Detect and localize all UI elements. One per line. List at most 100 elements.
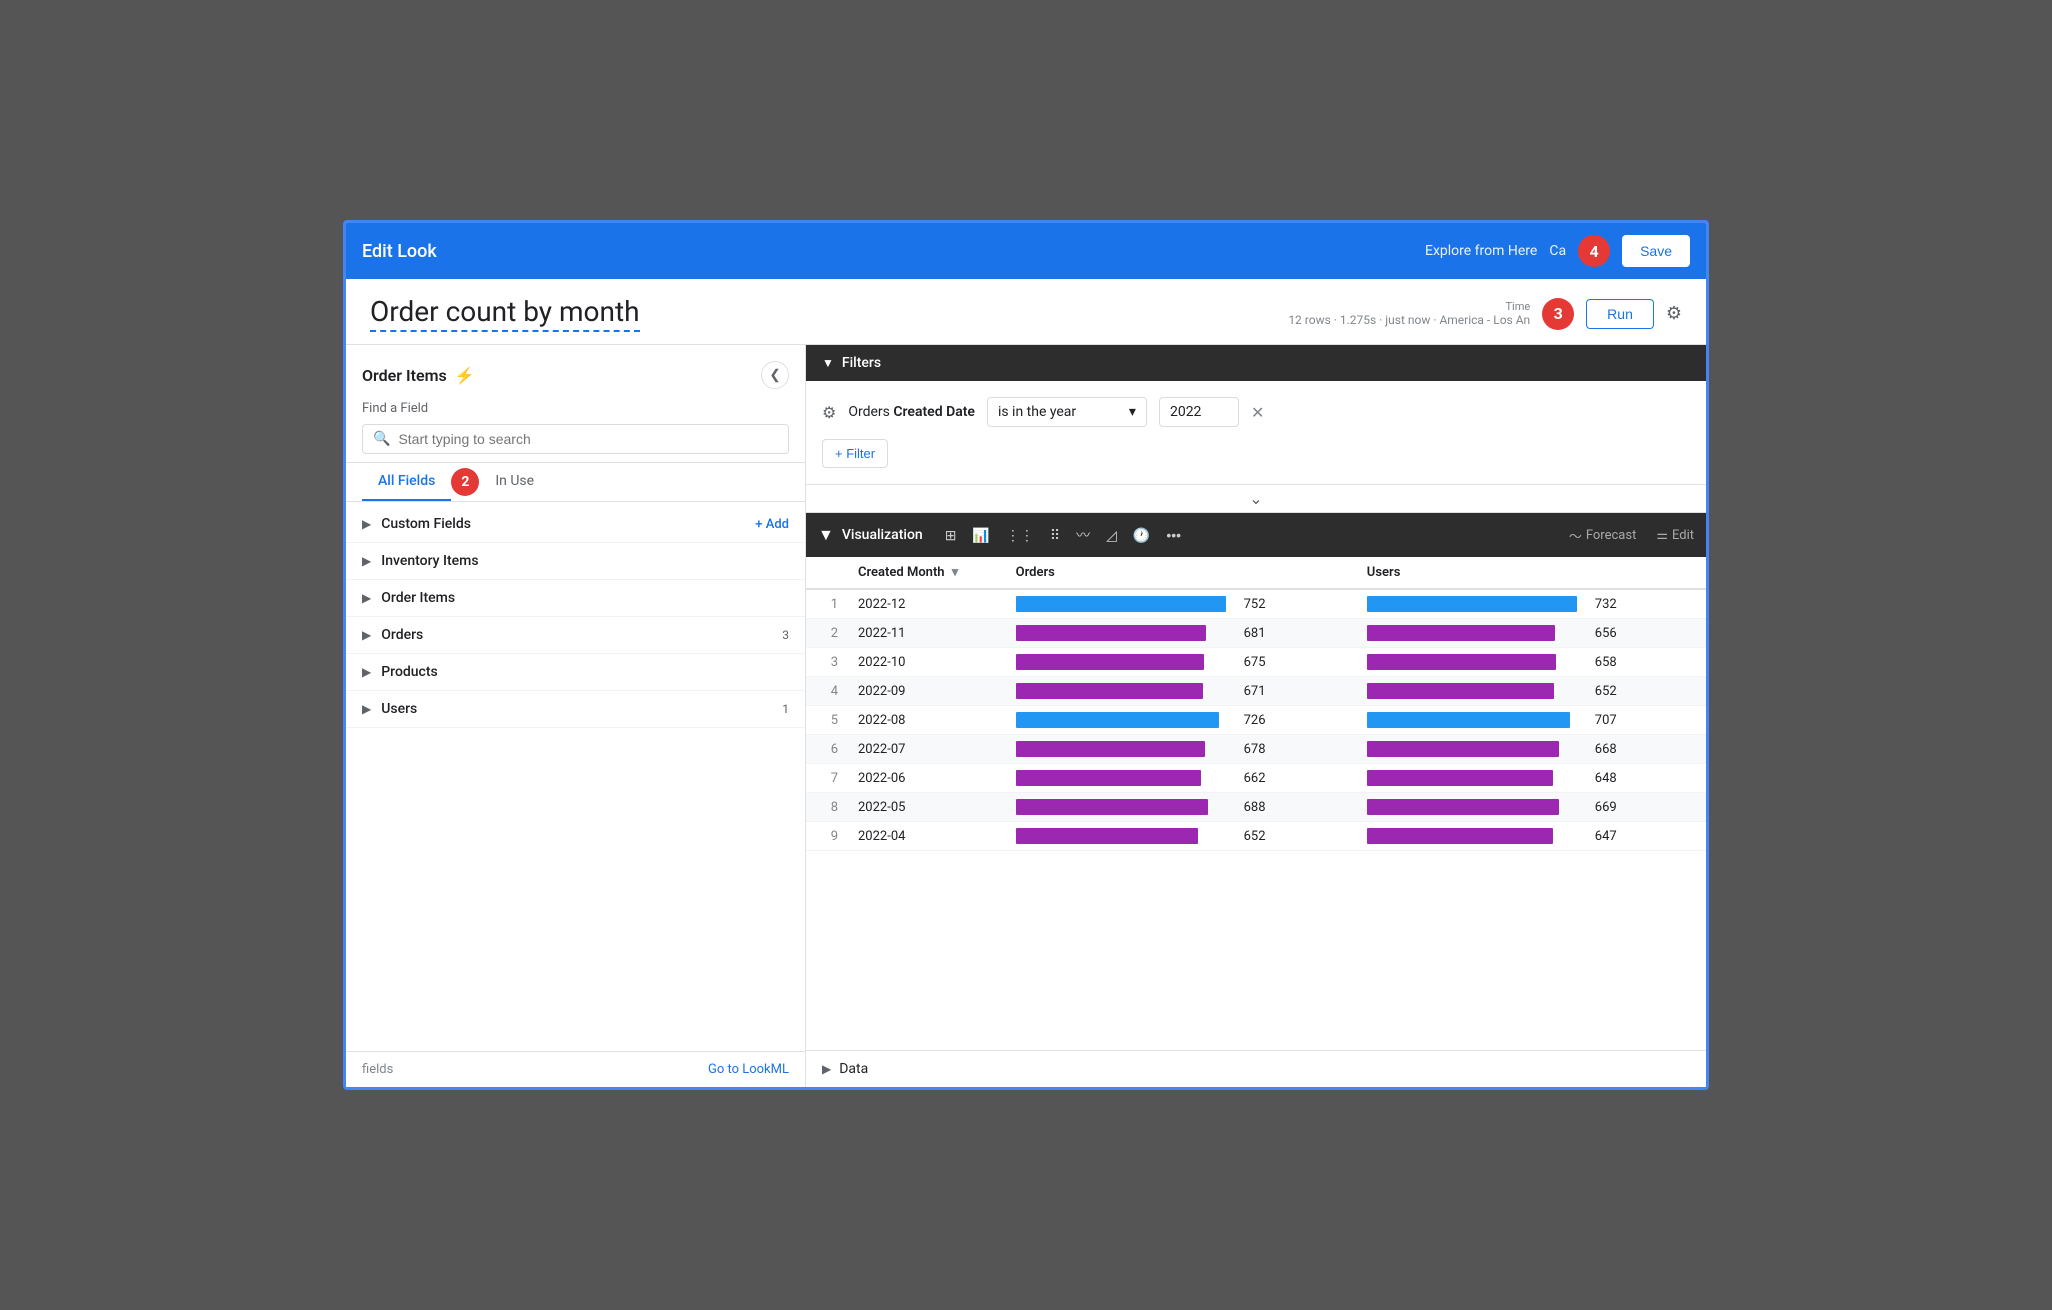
save-button[interactable]: Save [1622,235,1690,267]
add-custom-field-link[interactable]: + Add [755,517,789,532]
filter-operator-value: is in the year [998,404,1076,420]
chevron-down-icon: ▾ [1129,404,1136,420]
group-custom-fields[interactable]: ▶ Custom Fields + Add [346,506,805,543]
group-count: 1 [782,702,789,716]
time-label: Time [1288,300,1530,313]
data-section-header[interactable]: ▶ Data [806,1051,1706,1087]
viz-tool-table[interactable]: ⊞ [939,523,963,548]
tab-in-use[interactable]: In Use [479,463,550,501]
table-row: 6 2022-07 678 668 [806,735,1706,764]
cell-users: 732 [1355,589,1706,619]
data-table-container: Created Month ▾ Orders Users 1 2022-12 [806,557,1706,851]
look-title: Order count by month [370,295,640,332]
group-orders[interactable]: ▶ Orders 3 [346,617,805,654]
app-frame: Edit Look Explore from Here Ca 4 Save Or… [343,220,1709,1090]
table-row: 5 2022-08 726 707 [806,706,1706,735]
find-field-label: Find a Field [362,401,789,416]
cell-orders: 688 [1004,793,1355,822]
group-inventory-items[interactable]: ▶ Inventory Items [346,543,805,580]
group-name: Inventory Items [381,553,789,569]
step3-badge: 3 [1542,298,1574,330]
filter-gear-icon[interactable]: ⚙ [822,403,836,422]
group-name: Custom Fields [381,516,755,532]
row-number: 4 [806,677,846,706]
fields-label: fields [362,1062,393,1077]
cell-users: 648 [1355,764,1706,793]
table-row: 1 2022-12 752 732 [806,589,1706,619]
cell-users: 647 [1355,822,1706,851]
viz-tool-line[interactable]: 〰 [1070,521,1096,549]
viz-collapse-icon: ▼ [818,525,834,545]
viz-tool-dots[interactable]: ⠿ [1044,523,1066,548]
group-order-items[interactable]: ▶ Order Items [346,580,805,617]
group-users[interactable]: ▶ Users 1 [346,691,805,728]
filter-operator-select[interactable]: is in the year ▾ [987,397,1147,427]
filters-collapse-icon: ▼ [822,356,834,370]
table-row: 8 2022-05 688 669 [806,793,1706,822]
filter-clear-button[interactable]: ✕ [1251,403,1264,422]
group-name: Order Items [381,590,789,606]
viz-tool-area[interactable]: ◿ [1100,523,1123,548]
forecast-button[interactable]: 〜 Forecast [1569,526,1637,545]
edit-viz-button[interactable]: ⚌ Edit [1656,528,1694,543]
tab-all-fields[interactable]: All Fields [362,463,451,501]
table-body: 1 2022-12 752 732 2 2022-11 [806,589,1706,851]
edit-label: Edit [1672,528,1694,543]
collapse-sidebar-button[interactable]: ❮ [761,361,789,389]
content-area: Order count by month Time 12 rows · 1.27… [346,279,1706,1087]
sidebar-title: Order Items ⚡ ❮ [362,361,789,389]
viz-section: ▼ Visualization ⊞ 📊 ⋮⋮ ⠿ 〰 ◿ 🕐 ••• [806,513,1706,1050]
viz-label: Visualization [842,527,923,543]
cell-orders: 652 [1004,822,1355,851]
field-groups: ▶ Custom Fields + Add ▶ Inventory Items … [346,502,805,1051]
col-created-month[interactable]: Created Month ▾ [846,557,1004,589]
group-name: Users [381,701,782,717]
search-box: 🔍 [362,424,789,454]
viz-tool-bar[interactable]: 📊 [966,523,995,548]
row-number: 7 [806,764,846,793]
expand-icon: ▶ [362,628,371,642]
sidebar: Order Items ⚡ ❮ Find a Field 🔍 All Field… [346,345,806,1087]
go-to-looklml-link[interactable]: Go to LookML [708,1062,789,1077]
filters-header[interactable]: ▼ Filters [806,345,1706,381]
main-layout: Order Items ⚡ ❮ Find a Field 🔍 All Field… [346,345,1706,1087]
add-filter-button[interactable]: + Filter [822,439,888,468]
sort-icon: ▾ [952,565,959,580]
title-bar: Order count by month Time 12 rows · 1.27… [346,279,1706,345]
filters-section-collapse[interactable]: ⌄ [806,484,1706,512]
sidebar-title-text: Order Items [362,366,447,385]
run-button[interactable]: Run [1586,299,1654,329]
row-number: 8 [806,793,846,822]
viz-tool-more[interactable]: ••• [1160,523,1187,547]
cell-users: 656 [1355,619,1706,648]
cell-month: 2022-12 [846,589,1004,619]
filters-section: ▼ Filters ⚙ Orders Created Date is in th… [806,345,1706,513]
col-orders[interactable]: Orders [1004,557,1355,589]
cell-users: 668 [1355,735,1706,764]
cell-month: 2022-08 [846,706,1004,735]
viz-tool-scatter[interactable]: ⋮⋮ [1000,523,1040,548]
search-icon: 🔍 [373,431,390,447]
filter-value-input[interactable]: 2022 [1159,397,1239,427]
filter-body: ⚙ Orders Created Date is in the year ▾ 2… [806,381,1706,484]
title-bar-right: Time 12 rows · 1.275s · just now · Ameri… [1288,298,1682,330]
settings-button[interactable]: ⚙ [1666,303,1682,324]
forecast-label: Forecast [1586,528,1636,543]
lightning-icon: ⚡ [455,366,475,385]
search-input[interactable] [398,431,778,447]
group-products[interactable]: ▶ Products [346,654,805,691]
field-tabs: All Fields 2 In Use [346,463,805,502]
viz-tools: ⊞ 📊 ⋮⋮ ⠿ 〰 ◿ 🕐 ••• [939,521,1187,549]
cancel-link[interactable]: Ca [1549,243,1566,259]
table-row: 4 2022-09 671 652 [806,677,1706,706]
explore-link[interactable]: Explore from Here [1425,243,1537,259]
cell-month: 2022-07 [846,735,1004,764]
step2-badge: 2 [451,468,479,496]
row-number: 5 [806,706,846,735]
row-number: 1 [806,589,846,619]
col-users[interactable]: Users [1355,557,1706,589]
cell-month: 2022-05 [846,793,1004,822]
viz-tool-clock[interactable]: 🕐 [1127,523,1156,548]
cell-month: 2022-10 [846,648,1004,677]
viz-header: ▼ Visualization ⊞ 📊 ⋮⋮ ⠿ 〰 ◿ 🕐 ••• [806,513,1706,557]
